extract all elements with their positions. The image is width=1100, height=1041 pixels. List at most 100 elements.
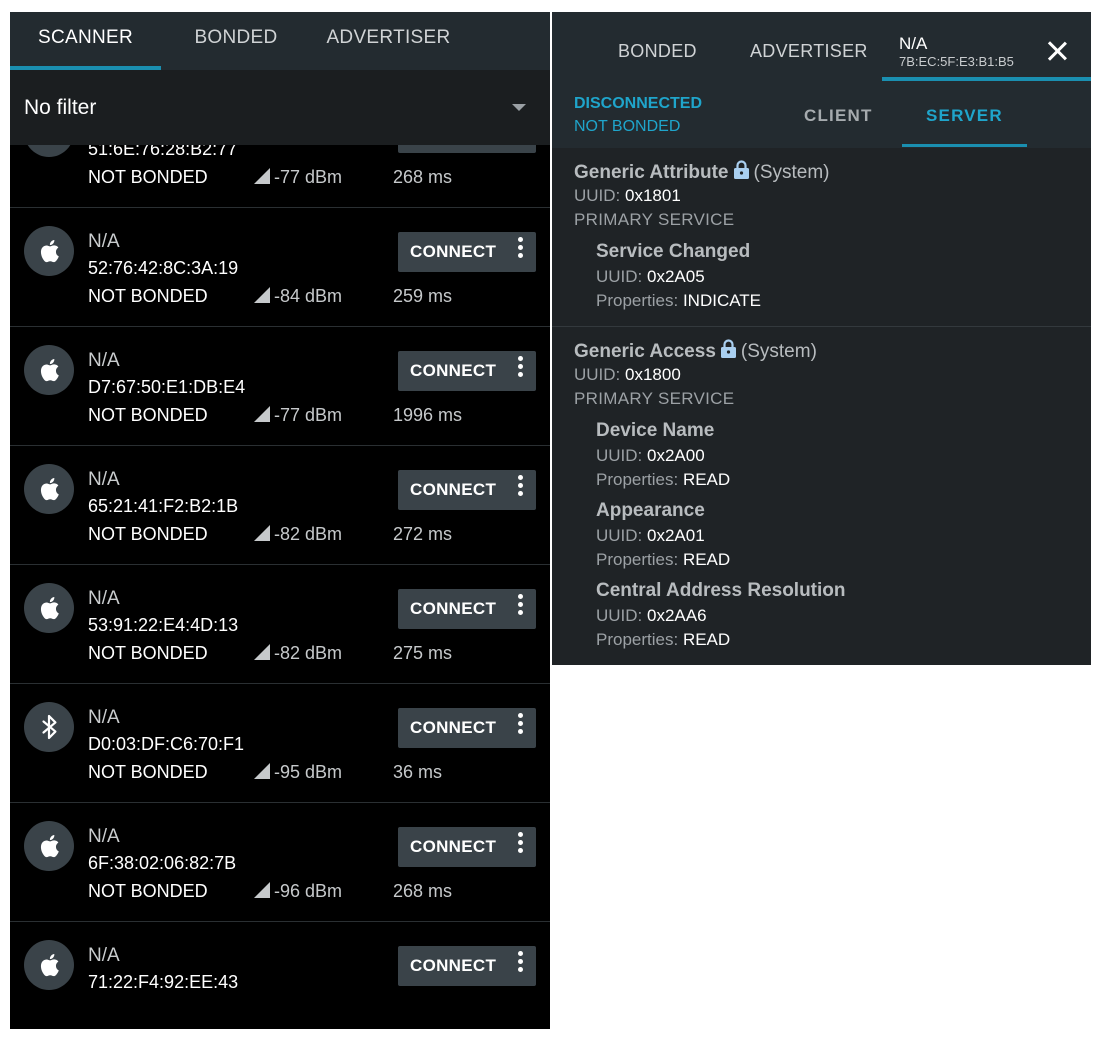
connect-label: CONNECT [410,718,497,737]
characteristic-properties: Properties: READ [596,630,730,650]
properties-value: READ [682,470,731,489]
close-icon[interactable] [1045,39,1069,63]
advertising-interval: 1996 ms [393,405,463,425]
connect-button[interactable]: CONNECT [398,470,536,510]
device-name: N/A [88,588,120,609]
apple-icon [24,821,74,871]
detail-tab-bar: BONDED ADVERTISER N/A 7B:EC:5F:E3:B1:B5 [552,12,1091,81]
characteristic-properties: Properties: INDICATE [596,291,761,311]
connect-label: CONNECT [410,599,497,618]
filter-dropdown[interactable]: No filter [10,70,550,145]
rssi-value: -82 dBm [254,643,342,664]
characteristic-name: Central Address Resolution [596,580,846,601]
uuid-value: 0x2A01 [647,526,705,545]
apple-icon [24,345,74,395]
service-type: PRIMARY SERVICE [574,210,735,229]
rssi-text: -84 dBm [274,286,343,306]
system-tag: (System) [753,162,830,183]
rssi-value: -77 dBm [254,167,342,188]
more-options-icon[interactable] [510,145,530,148]
device-tab-name: N/A [899,34,928,53]
bluetooth-icon [24,702,74,752]
connect-label: CONNECT [410,956,497,975]
uuid-label: UUID: [596,446,647,465]
tab-client[interactable]: CLIENT [804,106,873,126]
device-row[interactable]: N/A 52:76:42:8C:3A:19 NOT BONDED -84 dBm 259… [10,208,550,327]
connect-button[interactable]: CONNECT [398,145,536,153]
connect-label: CONNECT [410,361,497,380]
service-name: Generic Access (System) [574,339,817,363]
more-options-icon[interactable] [510,475,530,505]
characteristic-uuid: UUID: 0x2A00 [596,446,705,466]
more-options-icon[interactable] [510,713,530,743]
connect-label: CONNECT [410,242,497,261]
rssi-value: -82 dBm [254,524,342,545]
service-type: PRIMARY SERVICE [574,389,735,408]
connect-button[interactable]: CONNECT [398,589,536,629]
tab-advertiser[interactable]: ADVERTISER [321,12,456,70]
apple-icon [24,464,74,514]
tab-bonded[interactable]: BONDED [618,12,697,81]
device-row[interactable]: N/A 53:91:22:E4:4D:13 NOT BONDED -82 dBm 275… [10,565,550,684]
active-subtab-indicator [902,144,1027,147]
device-address: 52:76:42:8C:3A:19 [88,258,239,278]
connect-button[interactable]: CONNECT [398,708,536,748]
more-options-icon[interactable] [510,832,530,862]
characteristic-uuid: UUID: 0x2A05 [596,267,705,287]
tab-scanner[interactable]: SCANNER [10,12,161,70]
connect-button[interactable]: CONNECT [398,232,536,272]
device-row[interactable]: N/A D7:67:50:E1:DB:E4 NOT BONDED -77 dBm 199… [10,327,550,446]
signal-strength-icon [254,168,270,184]
tab-server[interactable]: SERVER [926,106,1003,126]
more-options-icon[interactable] [510,594,530,624]
advertising-interval: 259 ms [393,286,453,306]
characteristic-name: Appearance [596,500,705,521]
device-row[interactable]: N/A 71:22:F4:92:EE:43 CONNECT [10,922,550,1029]
device-row[interactable]: N/A D0:03:DF:C6:70:F1 NOT BONDED -95 dBm 36 … [10,684,550,803]
properties-label: Properties: [596,291,683,310]
rssi-value: -77 dBm [254,405,342,426]
properties-label: Properties: [596,550,683,569]
uuid-label: UUID: [596,606,647,625]
characteristic-uuid: UUID: 0x2AA6 [596,606,707,626]
uuid-value: 0x1801 [625,186,681,205]
connect-button[interactable]: CONNECT [398,946,536,986]
device-address: 51:6E:76:28:B2:77 [88,145,238,159]
scanner-panel: SCANNER BONDED ADVERTISER No filter N/A 5… [10,12,550,1029]
more-options-icon[interactable] [510,356,530,386]
device-list[interactable]: N/A 51:6E:76:28:B2:77 NOT BONDED -77 dBm 268… [10,145,550,1029]
uuid-value: 0x1800 [625,365,681,384]
more-options-icon[interactable] [510,951,530,981]
lock-icon [729,160,754,183]
connect-button[interactable]: CONNECT [398,827,536,867]
uuid-label: UUID: [596,526,647,545]
more-options-icon[interactable] [510,237,530,267]
apple-icon [24,583,74,633]
rssi-text: -82 dBm [274,524,343,544]
rssi-value: -96 dBm [254,881,342,902]
properties-value: READ [682,630,731,649]
tab-advertiser[interactable]: ADVERTISER [750,12,868,81]
device-name: N/A [88,826,120,847]
properties-value: INDICATE [682,291,762,310]
advertising-interval: 268 ms [393,167,453,187]
device-address: 53:91:22:E4:4D:13 [88,615,239,635]
service-divider [552,326,1091,327]
connect-button[interactable]: CONNECT [398,351,536,391]
advertising-interval: 272 ms [393,524,453,544]
device-row[interactable]: N/A 65:21:41:F2:B2:1B NOT BONDED -82 dBm 272… [10,446,550,565]
lock-icon [716,339,741,362]
device-row[interactable]: N/A 6F:38:02:06:82:7B NOT BONDED -96 dBm 268… [10,803,550,922]
device-row[interactable]: N/A51:6E:76:28:B2:77NOT BONDED-77 dBm268… [10,145,550,208]
bond-status: NOT BONDED [88,286,208,306]
device-name: N/A [88,350,120,371]
device-address: D7:67:50:E1:DB:E4 [88,377,246,397]
characteristic-properties: Properties: READ [596,550,730,570]
uuid-label: UUID: [596,267,647,286]
connection-bar: DISCONNECTED NOT BONDED CLIENT SERVER [552,81,1091,148]
bond-status: NOT BONDED [88,643,208,663]
device-address: D0:03:DF:C6:70:F1 [88,734,245,754]
advertising-interval: 36 ms [393,762,443,782]
device-address: 71:22:F4:92:EE:43 [88,972,239,992]
tab-bonded[interactable]: BONDED [171,12,301,70]
